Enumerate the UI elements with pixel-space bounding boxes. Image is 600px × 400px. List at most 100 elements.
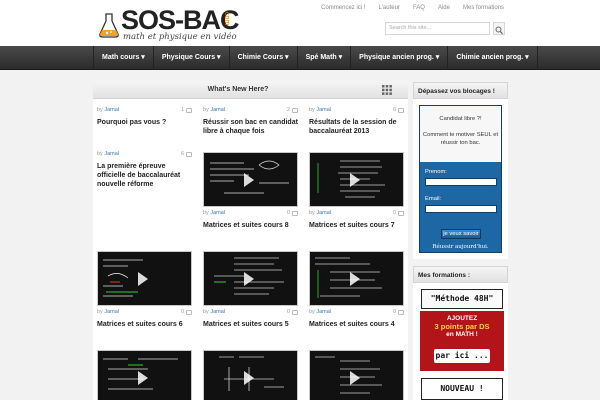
- sidebar-widget-title: Mes formations :: [413, 266, 508, 283]
- nav-item-chimie-ancien[interactable]: Chimie ancien prog. ▾: [448, 46, 538, 70]
- sidebar-widget-title: Dépassez vos blocages !: [413, 82, 508, 99]
- author-link[interactable]: Jamal: [210, 107, 225, 113]
- play-icon[interactable]: [244, 173, 254, 187]
- comment-count[interactable]: 0: [287, 210, 290, 216]
- logo-suffix: .com: [223, 10, 230, 26]
- nav-item-spe-math[interactable]: Spé Math ▾: [298, 46, 352, 70]
- post-card[interactable]: [203, 350, 298, 400]
- promo-banner-new[interactable]: NOUVEAU !: [421, 378, 503, 400]
- prenom-field[interactable]: [425, 178, 497, 186]
- promo-cta[interactable]: par ici ...: [434, 349, 490, 363]
- comment-icon: [398, 310, 404, 315]
- comment-count[interactable]: 1: [181, 107, 184, 113]
- video-thumbnail[interactable]: [203, 251, 298, 306]
- author-link[interactable]: Jamal: [104, 309, 119, 315]
- nav-item-chimie-cours[interactable]: Chimie Cours ▾: [230, 46, 298, 70]
- promo-banner[interactable]: "Méthode 48H" AJOUTEZ 3 points par DS en…: [420, 289, 504, 373]
- top-link-commencez[interactable]: Commencez ici !: [321, 5, 365, 11]
- email-label: Email:: [425, 196, 442, 202]
- comment-count[interactable]: 0: [393, 210, 396, 216]
- search-button[interactable]: [493, 22, 505, 35]
- post-card[interactable]: by Jamal 0 Matrices et suites cours 8: [203, 152, 298, 230]
- top-link-faq[interactable]: FAQ: [413, 5, 425, 11]
- author-link[interactable]: Jamal: [104, 151, 119, 157]
- post-card[interactable]: by Jamal 6 La première épreuve officiell…: [97, 151, 192, 189]
- post-card[interactable]: by Jamal 1 Pourquoi pas vous ?: [97, 107, 192, 127]
- main-content: What's New Here? by Jamal 1 Pourquoi pas…: [93, 81, 408, 400]
- post-meta: by Jamal 0: [309, 210, 404, 218]
- post-title[interactable]: La première épreuve officielle de baccal…: [97, 162, 192, 189]
- post-card[interactable]: [309, 350, 404, 400]
- optin-description: Comment te motiver SEUL et réussir ton b…: [422, 132, 499, 146]
- play-icon[interactable]: [138, 371, 148, 385]
- play-icon[interactable]: [350, 272, 360, 286]
- comment-icon: [292, 211, 298, 216]
- video-thumbnail[interactable]: [309, 251, 404, 306]
- comment-count[interactable]: 2: [287, 107, 290, 113]
- play-icon[interactable]: [244, 272, 254, 286]
- optin-form: Candidat libre ?! Comment te motiver SEU…: [419, 105, 502, 253]
- video-thumbnail[interactable]: [309, 152, 404, 207]
- post-title[interactable]: Matrices et suites cours 4: [309, 320, 404, 329]
- top-link-auteur[interactable]: L'auteur: [378, 5, 400, 11]
- nav-item-physique-ancien[interactable]: Physique ancien prog. ▾: [351, 46, 449, 70]
- comment-count[interactable]: 6: [393, 107, 396, 113]
- comment-count[interactable]: 0: [181, 309, 184, 315]
- play-icon[interactable]: [350, 371, 360, 385]
- top-link-aide[interactable]: Aide: [438, 5, 450, 11]
- post-title[interactable]: Matrices et suites cours 6: [97, 320, 192, 329]
- post-title[interactable]: Matrices et suites cours 5: [203, 320, 298, 329]
- post-card[interactable]: by Jamal 0 Matrices et suites cours 5: [203, 251, 298, 329]
- promo-title: "Méthode 48H": [421, 289, 503, 309]
- comment-count[interactable]: 6: [181, 151, 184, 157]
- promo-line-3: en MATH !: [446, 331, 478, 338]
- post-card[interactable]: by Jamal 0 Matrices et suites cours 6: [97, 251, 192, 329]
- comment-count[interactable]: 0: [393, 309, 396, 315]
- comment-icon: [398, 108, 404, 113]
- video-thumbnail[interactable]: [203, 350, 298, 400]
- video-thumbnail[interactable]: [97, 251, 192, 306]
- video-thumbnail[interactable]: [97, 350, 192, 400]
- top-nav: Commencez ici ! L'auteur FAQ Aide Mes fo…: [321, 5, 504, 11]
- top-link-formations[interactable]: Mes formations: [463, 5, 504, 11]
- optin-footer: Réussir aujourd'hui.: [432, 244, 489, 250]
- site-logo[interactable]: SOS-BAC math et physique en vidéo .com: [93, 5, 241, 44]
- nav-item-math-cours[interactable]: Math cours ▾: [93, 46, 154, 70]
- post-title[interactable]: Pourquoi pas vous ?: [97, 118, 192, 127]
- flask-icon: [99, 13, 119, 38]
- post-card[interactable]: [97, 350, 192, 400]
- comment-icon: [398, 211, 404, 216]
- video-thumbnail[interactable]: [309, 350, 404, 400]
- play-icon[interactable]: [350, 173, 360, 187]
- post-meta: by Jamal 0: [97, 309, 192, 317]
- author-link[interactable]: Jamal: [104, 107, 119, 113]
- search-icon: [495, 26, 503, 35]
- post-card[interactable]: by Jamal 0 Matrices et suites cours 4: [309, 251, 404, 329]
- post-meta: by Jamal 1: [97, 107, 192, 115]
- post-card[interactable]: by Jamal 2 Réussir son bac en candidat l…: [203, 107, 298, 136]
- post-meta: by Jamal 0: [309, 309, 404, 317]
- post-title[interactable]: Réussir son bac en candidat libre à chaq…: [203, 118, 298, 136]
- comment-icon: [292, 108, 298, 113]
- nav-item-physique-cours[interactable]: Physique Cours ▾: [154, 46, 230, 70]
- search-input[interactable]: Search this site...: [385, 22, 490, 35]
- author-link[interactable]: Jamal: [316, 309, 331, 315]
- author-link[interactable]: Jamal: [316, 210, 331, 216]
- play-icon[interactable]: [244, 371, 254, 385]
- video-thumbnail[interactable]: [203, 152, 298, 207]
- author-link[interactable]: Jamal: [210, 210, 225, 216]
- email-field[interactable]: [425, 205, 497, 213]
- post-card[interactable]: by Jamal 0 Matrices et suites cours 7: [309, 152, 404, 230]
- post-title[interactable]: Matrices et suites cours 7: [309, 221, 404, 230]
- site-header: SOS-BAC math et physique en vidéo .com C…: [0, 0, 600, 46]
- play-icon[interactable]: [138, 272, 148, 286]
- author-link[interactable]: Jamal: [316, 107, 331, 113]
- author-link[interactable]: Jamal: [210, 309, 225, 315]
- post-card[interactable]: by Jamal 6 Résultats de la session de ba…: [309, 107, 404, 136]
- grid-view-icon[interactable]: [382, 85, 392, 95]
- submit-button[interactable]: je veux savoir: [441, 229, 481, 239]
- post-meta: by Jamal 2: [203, 107, 298, 115]
- comment-count[interactable]: 0: [287, 309, 290, 315]
- post-title[interactable]: Résultats de la session de baccalauréat …: [309, 118, 404, 136]
- post-title[interactable]: Matrices et suites cours 8: [203, 221, 298, 230]
